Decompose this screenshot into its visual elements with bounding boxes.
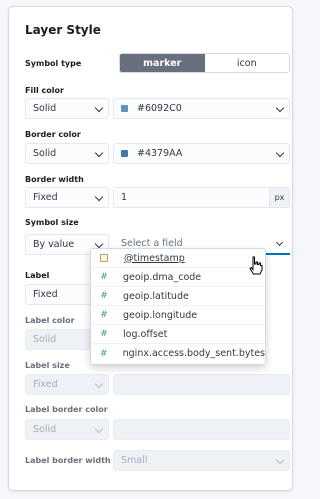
chevron-down-icon <box>94 239 104 249</box>
border-width-mode-select[interactable]: Fixed <box>25 187 109 208</box>
border-width-value: 1 <box>121 192 128 203</box>
label-border-color-mode-value: Solid <box>33 424 57 435</box>
number-type-icon: # <box>100 329 108 339</box>
fill-color-picker[interactable]: #6092C0 <box>113 98 290 119</box>
field-option-name: geoip.dma_code <box>123 271 202 283</box>
border-color-value: #4379AA <box>137 148 183 159</box>
symbol-type-icon[interactable]: icon <box>204 54 289 72</box>
symbol-size-mode-value: By value <box>33 239 75 250</box>
border-color-mode-select[interactable]: Solid <box>25 143 109 164</box>
fill-color-swatch <box>121 105 128 112</box>
calendar-icon <box>100 254 108 262</box>
label-size-input[interactable] <box>113 374 290 395</box>
label-border-width-select[interactable]: Small <box>113 450 290 471</box>
number-type-icon: # <box>100 348 108 359</box>
field-option-name: geoip.latitude <box>123 290 189 302</box>
chevron-down-icon <box>275 103 285 113</box>
number-type-icon: # <box>100 291 108 301</box>
border-width-label: Border width <box>25 175 84 184</box>
label-label: Label <box>25 271 50 280</box>
label-border-width-value: Small <box>121 455 148 466</box>
symbol-type-marker[interactable]: marker <box>120 54 205 72</box>
number-type-icon: # <box>100 272 108 282</box>
chevron-down-icon <box>94 148 104 158</box>
chevron-down-icon <box>275 148 285 158</box>
field-option[interactable]: # geoip.latitude <box>91 287 265 306</box>
field-option[interactable]: # nginx.access.body_sent.bytes <box>91 344 265 363</box>
label-color-mode-value: Solid <box>33 334 57 345</box>
label-mode-value: Fixed <box>33 289 58 300</box>
chevron-down-icon <box>94 192 104 202</box>
field-option-name: geoip.longitude <box>123 309 198 321</box>
label-border-color-label: Label border color <box>25 405 108 414</box>
px-unit-append: px <box>269 188 289 207</box>
border-width-input[interactable]: 1 px <box>113 187 290 208</box>
field-option-name: nginx.access.body_sent.bytes <box>122 348 265 359</box>
label-size-mode-value: Fixed <box>33 379 58 390</box>
field-option[interactable]: # geoip.dma_code <box>91 268 265 287</box>
hand-cursor-icon <box>249 256 263 275</box>
label-border-width-label: Label border width <box>25 456 111 465</box>
label-color-label: Label color <box>25 316 75 325</box>
field-option-name: @timestamp <box>124 252 185 264</box>
border-width-mode-value: Fixed <box>33 192 58 203</box>
field-dropdown-list: @timestamp # geoip.dma_code # geoip.lati… <box>90 248 266 365</box>
label-border-color-picker[interactable] <box>113 419 290 440</box>
border-color-picker[interactable]: #4379AA <box>113 143 290 164</box>
chevron-down-icon <box>275 455 285 465</box>
chevron-down-icon <box>94 424 104 434</box>
field-option[interactable]: # geoip.longitude <box>91 306 265 325</box>
symbol-type-label: Symbol type <box>25 59 82 68</box>
symbol-type-toggle: marker icon <box>119 53 290 73</box>
symbol-size-label: Symbol size <box>25 218 79 227</box>
label-size-mode-select[interactable]: Fixed <box>25 374 109 395</box>
chevron-down-icon <box>275 238 284 247</box>
fill-color-mode-select[interactable]: Solid <box>25 98 109 119</box>
number-type-icon: # <box>100 310 108 320</box>
border-color-mode-value: Solid <box>33 148 57 159</box>
label-size-label: Label size <box>25 361 70 370</box>
fill-color-value: #6092C0 <box>137 103 182 114</box>
field-option[interactable]: @timestamp <box>91 249 265 268</box>
border-color-label: Border color <box>25 130 81 139</box>
chevron-down-icon <box>94 379 104 389</box>
fill-color-label: Fill color <box>25 86 64 95</box>
chevron-down-icon <box>94 103 104 113</box>
fill-color-mode-value: Solid <box>33 103 57 114</box>
label-border-color-mode-select[interactable]: Solid <box>25 419 109 440</box>
border-color-swatch <box>121 150 128 157</box>
field-option-name: log.offset <box>123 328 168 340</box>
field-option[interactable]: # log.offset <box>91 325 265 344</box>
panel-title: Layer Style <box>25 23 101 37</box>
